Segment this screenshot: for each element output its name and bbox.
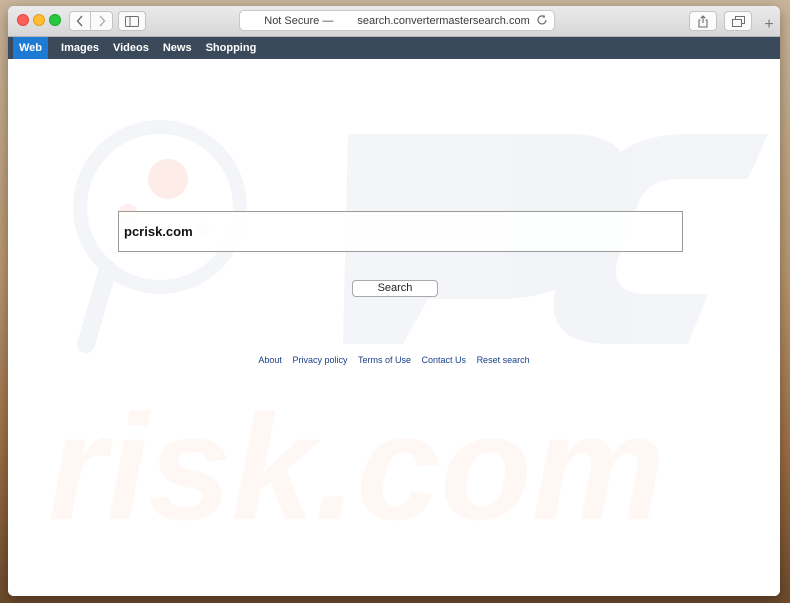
share-icon: [698, 14, 708, 28]
history-navigation: [69, 11, 113, 31]
zoom-window-button[interactable]: [49, 14, 61, 26]
nav-item-web[interactable]: Web: [13, 37, 49, 59]
reload-icon[interactable]: [536, 14, 548, 26]
chevron-right-icon: [98, 15, 105, 27]
title-bar: Not Secure — search.convertermastersearc…: [8, 6, 780, 37]
back-button[interactable]: [69, 11, 91, 31]
footer-links: About Privacy policy Terms of Use Contac…: [8, 355, 780, 365]
footer-link-contact-us[interactable]: Contact Us: [422, 355, 467, 365]
new-tab-button[interactable]: +: [760, 16, 778, 34]
security-indicator: Not Secure —: [264, 14, 334, 27]
page-content: risk.com Search About Privacy policy Ter…: [8, 59, 780, 596]
share-button[interactable]: [689, 11, 717, 31]
minimize-window-button[interactable]: [33, 14, 45, 26]
search-input[interactable]: [118, 211, 683, 252]
tab-overview-button[interactable]: [724, 11, 752, 31]
nav-item-images[interactable]: Images: [54, 37, 106, 59]
footer-link-terms-of-use[interactable]: Terms of Use: [358, 355, 411, 365]
watermark-graphic: risk.com: [48, 120, 768, 551]
tabs-overview-icon: [731, 15, 745, 27]
browser-window: Not Secure — search.convertermastersearc…: [8, 6, 780, 596]
footer-link-about[interactable]: About: [258, 355, 282, 365]
svg-text:risk.com: risk.com: [48, 383, 665, 551]
sidebar-toggle-button[interactable]: [118, 11, 146, 31]
address-bar[interactable]: Not Secure — search.convertermastersearc…: [239, 10, 555, 31]
sidebar-icon: [125, 15, 139, 27]
footer-link-reset-search[interactable]: Reset search: [477, 355, 530, 365]
nav-item-videos[interactable]: Videos: [106, 37, 156, 59]
close-window-button[interactable]: [17, 14, 29, 26]
footer-link-privacy-policy[interactable]: Privacy policy: [292, 355, 347, 365]
nav-item-news[interactable]: News: [156, 37, 199, 59]
search-category-nav: Web Images Videos News Shopping: [8, 37, 780, 59]
address-url: search.convertermastersearch.com: [357, 14, 530, 27]
nav-item-shopping[interactable]: Shopping: [199, 37, 264, 59]
forward-button[interactable]: [91, 11, 113, 31]
search-button[interactable]: Search: [352, 280, 438, 297]
chevron-left-icon: [76, 15, 83, 27]
